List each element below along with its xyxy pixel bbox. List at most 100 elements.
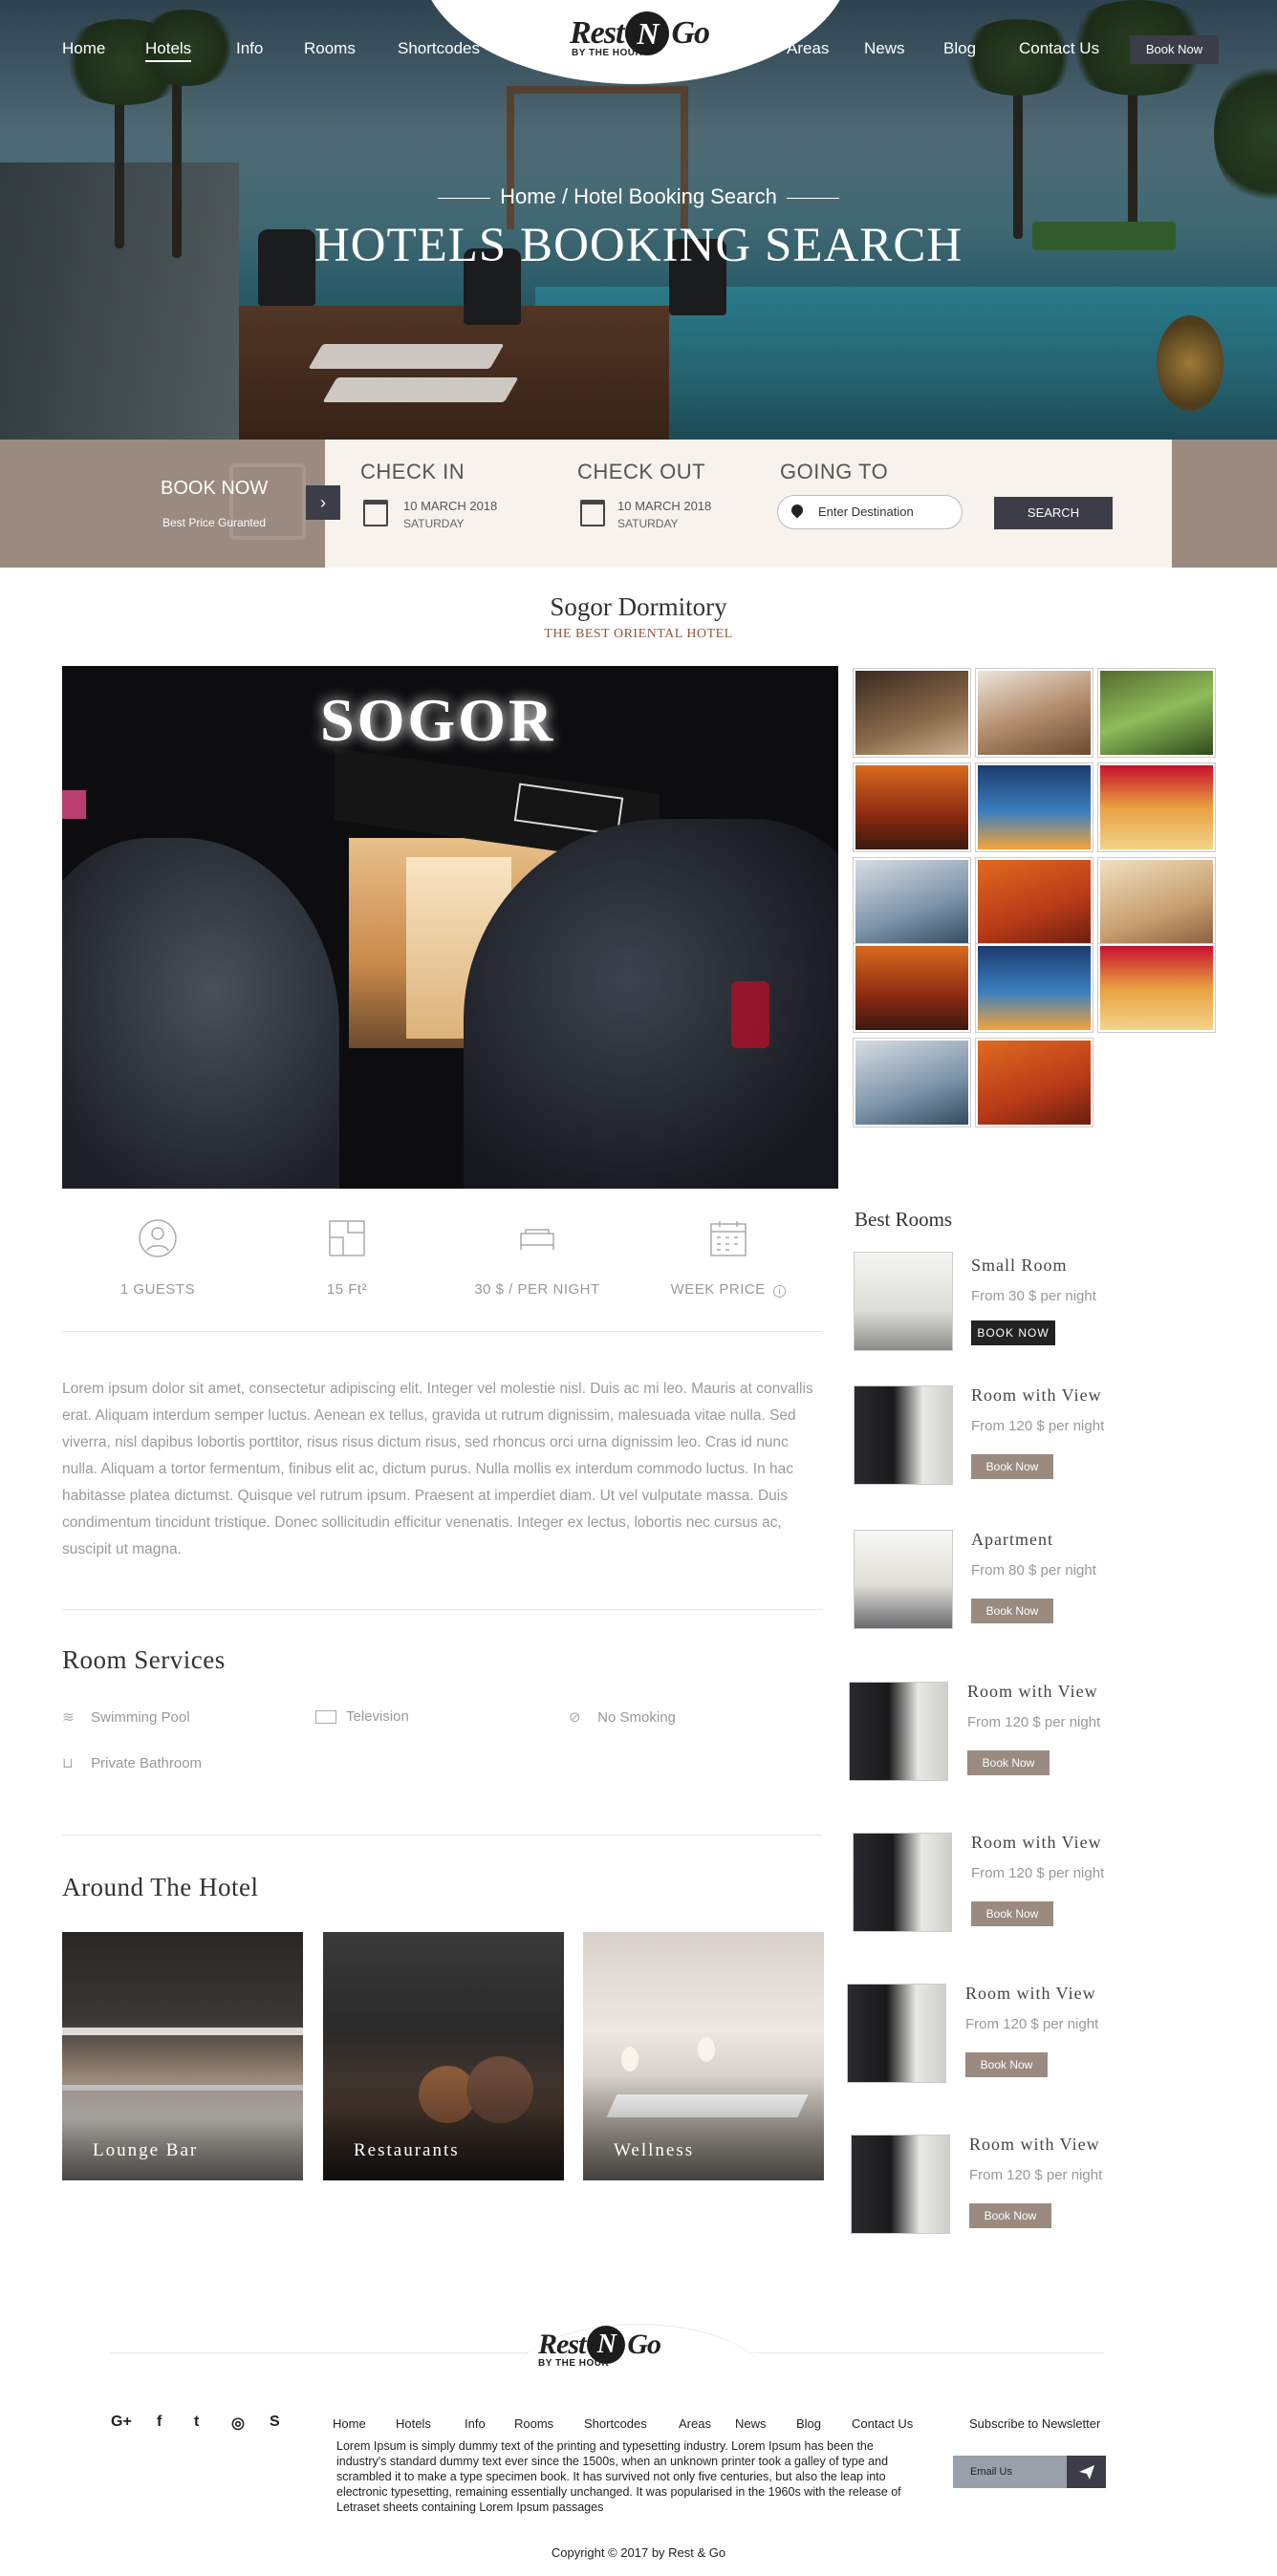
google-plus-icon[interactable]: G+ [111,2414,132,2431]
breadcrumb: Home / Hotel Booking Search [0,184,1277,209]
book-now-button[interactable]: Book Now [971,1901,1053,1926]
around-hotel-title: Around The Hotel [62,1873,259,1901]
gallery-thumb[interactable] [1098,858,1215,946]
nav-blog[interactable]: Blog [943,39,976,58]
room-thumb[interactable] [851,2135,950,2234]
gallery-thumb[interactable] [854,1039,970,1127]
book-now-button[interactable]: Book Now [971,1599,1053,1623]
room-thumb[interactable] [854,1385,953,1485]
book-now-button[interactable]: BOOK NOW [971,1320,1055,1345]
logo[interactable]: Rest N Go BY THE HOUR [570,11,710,58]
around-card-restaurants[interactable]: Restaurants [323,1932,564,2180]
gallery-thumb[interactable] [854,669,970,757]
book-now-button[interactable]: Book Now [969,2203,1051,2228]
divider [62,1609,822,1610]
service-private-bathroom: ⊔ Private Bathroom [62,1755,203,1771]
amenity-price: 30 $ / PER NIGHT [451,1218,623,1298]
copyright: Copyright © 2017 by Rest & Go [551,2545,726,2560]
newsletter-heading: Subscribe to Newsletter [969,2416,1101,2431]
service-no-smoking: ⊘ No Smoking [569,1709,676,1726]
book-now-panel: BOOK NOW Best Price Guranted › [0,440,340,568]
gallery-thumb[interactable] [854,944,970,1032]
book-now-button[interactable]: Book Now [965,2052,1048,2077]
room-item: Apartment From 80 $ per night Book Now [854,1530,1096,1629]
room-thumb[interactable] [847,1984,946,2083]
checkin-field[interactable]: CHECK IN 10 MARCH 2018 SATURDAY [360,460,497,530]
gallery-thumb[interactable] [1098,763,1215,851]
nav-news[interactable]: News [864,39,905,58]
nav-rooms[interactable]: Rooms [304,39,356,58]
gallery-thumb[interactable] [1098,944,1215,1032]
footer-logo[interactable]: Rest N Go BY THE HOUR [538,2326,661,2369]
footer-nav-rooms[interactable]: Rooms [514,2416,553,2431]
going-to-label: GOING TO [780,460,889,483]
swimming-pool-icon: ≋ [62,1709,75,1726]
calendar-icon [363,500,388,526]
hotel-name: Sogor Dormitory [550,592,727,621]
room-thumb[interactable] [854,1530,953,1629]
footer-nav-info[interactable]: Info [465,2416,486,2431]
gallery-thumb[interactable] [976,858,1093,946]
best-rooms-title: Best Rooms [855,1208,953,1231]
nav-info[interactable]: Info [236,39,263,58]
room-thumb[interactable] [853,1833,952,1932]
book-now-button[interactable]: Book Now [971,1454,1053,1479]
hotel-main-photo[interactable]: SOGOR [62,666,838,1189]
facebook-icon[interactable]: f [157,2414,162,2431]
footer-nav-news[interactable]: News [735,2416,767,2431]
search-button[interactable]: SEARCH [994,497,1113,529]
footer-nav-home[interactable]: Home [333,2416,366,2431]
footer-nav-hotels[interactable]: Hotels [396,2416,431,2431]
chevron-right-icon[interactable]: › [306,485,340,520]
gallery-thumb[interactable] [854,858,970,946]
gallery-thumb[interactable] [854,763,970,851]
room-item: Small Room From 30 $ per night BOOK NOW [854,1252,1096,1351]
amenity-guests: 1 GUESTS [72,1218,244,1298]
service-television: Television [315,1708,409,1725]
calendar-grid-icon [710,1221,747,1256]
nav-hotels[interactable]: Hotels [145,39,192,62]
room-item: Room with View From 120 $ per night Book… [851,2135,1102,2234]
location-pin-icon [789,502,806,519]
nav-home[interactable]: Home [62,39,105,58]
gallery-thumb[interactable] [976,763,1093,851]
instagram-icon[interactable]: ◎ [231,2414,245,2433]
best-price-text: Best Price Guranted [162,516,267,529]
room-item: Room with View From 120 $ per night Book… [854,1385,1104,1485]
skype-icon[interactable]: S [270,2414,280,2431]
send-icon[interactable] [1067,2456,1106,2488]
amenity-area: 15 Ft² [261,1218,433,1298]
room-item: Room with View From 120 $ per night Book… [849,1682,1100,1781]
hotel-description: Lorem ipsum dolor sit amet, consectetur … [62,1381,813,1557]
page-title: HOTELS BOOKING SEARCH [314,219,963,272]
twitter-icon[interactable]: t [194,2414,199,2431]
gallery-thumb[interactable] [976,944,1093,1032]
room-item: Room with View From 120 $ per night Book… [853,1833,1104,1932]
footer-nav-blog[interactable]: Blog [796,2416,821,2431]
sogor-sign: SOGOR [320,686,556,754]
room-thumb[interactable] [849,1682,948,1781]
around-card-lounge-bar[interactable]: Lounge Bar [62,1932,303,2180]
nav-contact[interactable]: Contact Us [1019,39,1099,58]
room-thumb[interactable] [854,1252,953,1351]
book-now-button[interactable]: Book Now [967,1750,1050,1775]
calendar-icon [580,500,605,526]
gallery-thumb[interactable] [976,1039,1093,1127]
header-book-now-button[interactable]: Book Now [1130,35,1219,64]
floorplan-icon [329,1220,365,1256]
divider [62,1331,822,1332]
checkout-field[interactable]: CHECK OUT 10 MARCH 2018 SATURDAY [577,460,711,530]
footer-nav-contact[interactable]: Contact Us [852,2416,913,2431]
info-icon[interactable]: i [773,1285,787,1298]
footer-nav-areas[interactable]: Areas [679,2416,711,2431]
footer-nav-shortcodes[interactable]: Shortcodes [584,2416,647,2431]
service-swimming-pool: ≋ Swimming Pool [62,1709,190,1726]
nav-shortcodes[interactable]: Shortcodes [398,39,480,58]
amenity-week-price: WEEK PRICE i [642,1218,814,1298]
around-card-wellness[interactable]: Wellness [583,1932,824,2180]
gallery-thumb[interactable] [976,669,1093,757]
nav-areas[interactable]: Areas [787,39,829,58]
destination-input[interactable]: Enter Destination [777,495,963,529]
gallery-thumb[interactable] [1098,669,1215,757]
user-icon [139,1219,177,1257]
